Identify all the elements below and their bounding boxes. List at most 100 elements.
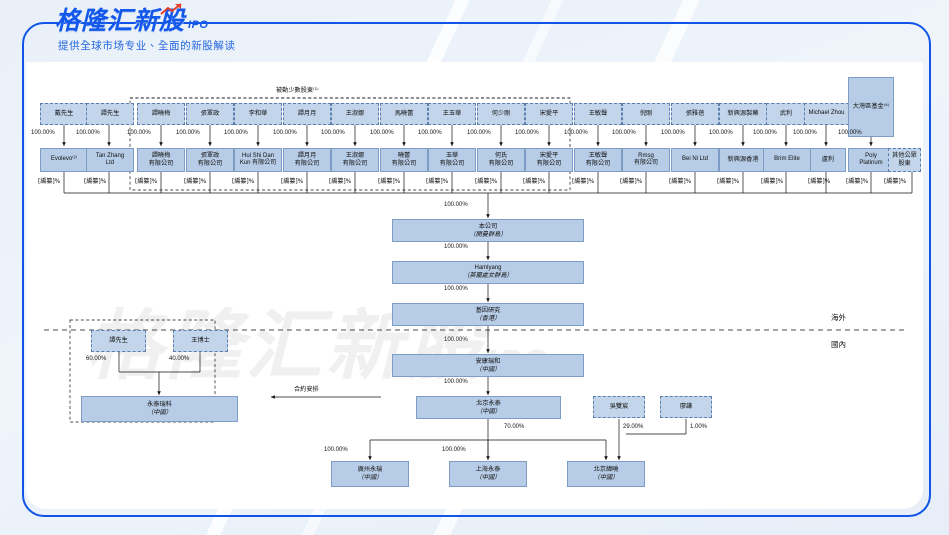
tier2-node: 曉蕾 有限公司 <box>380 148 428 172</box>
tier2-label: Hui Shi Dan <box>241 152 274 159</box>
spine-sublabel: （中國） <box>475 365 501 373</box>
tier2-label: 盧利 <box>821 156 835 164</box>
tier1-node: 宋愛平 <box>525 103 573 125</box>
edge-percent: 100.00% <box>793 130 817 136</box>
tier1-label: 宋愛平 <box>539 110 559 118</box>
spine-node-company: 本公司 （開曼群島） <box>392 219 584 242</box>
minority-node: 廖謙 <box>660 396 712 418</box>
tier1-label: 李和華 <box>248 110 268 118</box>
tier2-sublabel: Kun 有限公司 <box>239 160 277 166</box>
minority-node: 吳雙宸 <box>593 396 645 418</box>
redacted-percent: [編纂]% <box>184 178 207 185</box>
tier1-fund-node: 大灣區基金⁽⁴⁾ <box>848 77 894 137</box>
tier2-sublabel: 有限公司 <box>439 160 465 167</box>
spine-label: 本公司 <box>478 222 498 230</box>
tier1-node: 馬曉蕾 <box>380 103 428 125</box>
tier2-node: 玉華 有限公司 <box>428 148 476 172</box>
tier2-label: 玉華 <box>445 152 459 160</box>
spine-sublabel: （開曼群島） <box>469 230 507 238</box>
redacted-percent: [編纂]% <box>884 178 907 185</box>
tier1-node: 張軍政 <box>186 103 234 125</box>
vie-entity-node: 永泰瑞科 （中國） <box>81 396 238 422</box>
redacted-percent: [編纂]% <box>669 178 692 185</box>
brand-ipo-label: IPO <box>188 19 209 31</box>
tier1-label: 新興源製藥 <box>727 110 759 118</box>
edge-percent: 100.00% <box>127 130 151 136</box>
edge-percent: 100.00% <box>370 130 394 136</box>
edge-percent: 40.00% <box>169 356 190 362</box>
tier1-node: 張雅蓓 <box>671 103 719 125</box>
tier2-node: Brim Elite <box>763 148 811 172</box>
spine-label: 基因研究 <box>475 306 501 314</box>
subsidiary-label: 上海永泰 <box>475 466 501 474</box>
subsidiary-node: 廣州永瑞 （中國） <box>331 461 409 487</box>
tier2-label: 譚月月 <box>297 152 317 160</box>
tier2-label: 何氏 <box>494 152 508 160</box>
tier1-node: 新興源製藥 <box>719 103 767 125</box>
tier1-node: 何少剛 <box>477 103 525 125</box>
tier2-node: 王敏聲 有限公司 <box>574 148 622 172</box>
tier2-node: Rmsg 有限公司 <box>622 148 670 172</box>
tier2-label: 宋愛平 <box>539 152 559 160</box>
redacted-percent: [編纂]% <box>523 178 546 185</box>
tier2-sublabel: 有限公司 <box>488 160 514 167</box>
tier1-label: 馬曉蕾 <box>394 110 414 118</box>
brand-tagline: 提供全球市场专业、全面的新股解读 <box>58 40 236 52</box>
tier2-sublabel: 有限公司 <box>148 160 174 167</box>
tier2-sublabel: 有限公司 <box>197 160 223 167</box>
passive-minority-group-label: 被動少數股東⁽¹⁾ <box>276 87 319 94</box>
tier2-label: Poly <box>865 152 877 159</box>
edge-percent: 100.00% <box>661 130 685 136</box>
tier2-label: 曉蕾 <box>397 152 411 160</box>
tier1-label: 王玉華 <box>442 110 462 118</box>
redacted-percent: [編纂]% <box>281 178 304 185</box>
spine-label: 北京永泰 <box>476 399 501 407</box>
tier2-label: 張軍政 <box>200 152 220 160</box>
ownership-structure-chart: 被動少數股東⁽¹⁾ 合約安排 海外 國內 戴先生 譚先生 譚曉梅 張軍政 李和華… <box>26 62 923 509</box>
subsidiary-node: 北京緯曉 （中國） <box>567 461 645 487</box>
tier2-sublabel: 有限公司 <box>391 160 417 167</box>
edge-percent: 100.00% <box>444 244 468 250</box>
tier1-node: 戴先生 <box>40 103 88 125</box>
tier1-node: 譚曉梅 <box>137 103 185 125</box>
tier2-label: Evolevo⁽²⁾ <box>50 156 78 163</box>
tier2-node: Hui Shi Dan Kun 有限公司 <box>234 148 282 172</box>
contract-arrangement-label: 合約安排 <box>294 386 319 393</box>
tier1-node: 倪剛 <box>622 103 670 125</box>
edge-percent: 100.00% <box>444 286 468 292</box>
edge-percent: 70.00% <box>504 424 525 430</box>
tier1-label: 譚曉梅 <box>151 110 171 118</box>
subsidiary-label: 廣州永瑞 <box>357 466 383 474</box>
spine-node-ankangruihe: 安康瑞和 （中國） <box>392 354 584 377</box>
tier2-sublabel: 有限公司 <box>342 160 368 167</box>
spine-label: 安康瑞和 <box>475 357 501 365</box>
spine-node-hamlyang: Hamlyang （英屬處女群島） <box>392 261 584 284</box>
tier1-node: 王敏聲 <box>574 103 622 125</box>
tier2-node: 新興源香港 <box>719 148 767 172</box>
spine-node-beijingyongtai: 北京永泰 （中國） <box>416 396 561 419</box>
spine-node-genetics: 基因研究 （香港） <box>392 303 584 326</box>
tier2-label: Bei Ni Ltd <box>681 156 708 163</box>
spine-sublabel: （中國） <box>476 407 501 415</box>
tier1-label: 王淑娜 <box>345 110 365 118</box>
tier1-label: 王敏聲 <box>588 110 608 118</box>
tier1-label: 戴先生 <box>54 110 74 118</box>
vie-entity-sublabel: （中國） <box>147 409 172 416</box>
edge-percent: 100.00% <box>444 379 468 385</box>
edge-percent: 100.00% <box>76 130 100 136</box>
edge-percent: 100.00% <box>753 130 777 136</box>
redacted-percent: [編纂]% <box>761 178 784 185</box>
tier2-node: 宋愛平 有限公司 <box>525 148 573 172</box>
tier2-sublabel: 有限公司 <box>585 160 611 167</box>
tier2-node: 何氏 有限公司 <box>477 148 525 172</box>
tier1-label: 張軍政 <box>200 110 220 118</box>
tier2-sublabel: Platinum <box>859 160 883 166</box>
edge-percent: 100.00% <box>31 130 55 136</box>
minority-label: 廖謙 <box>679 403 693 411</box>
tier2-label: Brim Elite <box>774 156 800 163</box>
edge-percent: 29.00% <box>623 424 644 430</box>
tier2-label: 王敏聲 <box>588 152 608 160</box>
vie-owner-node: 王博士 <box>173 330 228 352</box>
tier1-node: Michael Zhou <box>804 103 849 125</box>
redacted-percent: [編纂]% <box>620 178 643 185</box>
